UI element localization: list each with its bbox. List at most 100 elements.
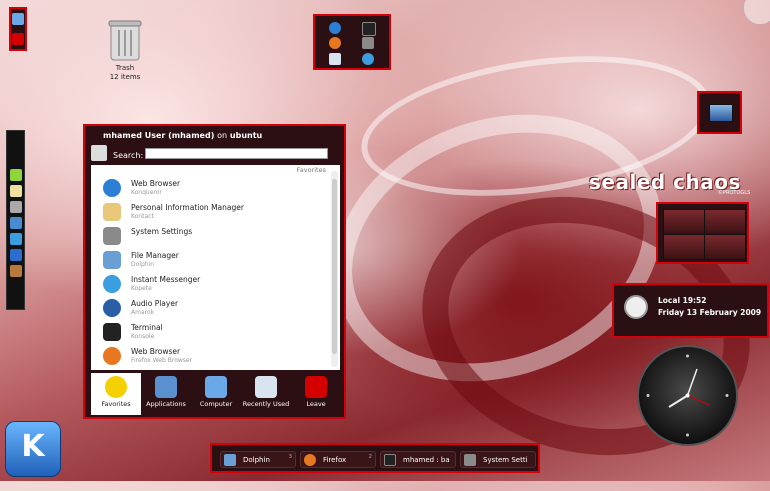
quick-launch-panel xyxy=(9,7,27,51)
terminal-icon[interactable] xyxy=(362,22,376,36)
power-icon[interactable] xyxy=(12,33,24,45)
messenger-icon[interactable] xyxy=(362,53,374,65)
menu-user: mhamed User (mhamed) xyxy=(103,131,215,140)
menu-user-line: mhamed User (mhamed) on ubuntu xyxy=(103,131,262,140)
menu-host: ubuntu xyxy=(229,131,263,140)
item-subtitle: Firefox Web Browser xyxy=(131,357,193,364)
item-title: Terminal xyxy=(131,323,163,332)
firefox-icon xyxy=(304,454,316,466)
firefox-icon[interactable] xyxy=(329,37,341,49)
user-avatar xyxy=(91,145,107,161)
item-subtitle: Kontact xyxy=(131,213,154,220)
clock-icon xyxy=(624,295,648,319)
item-title: File Manager xyxy=(131,251,179,260)
digital-clock-widget[interactable]: Local 19:52 Friday 13 February 2009 xyxy=(612,283,769,338)
favorites-header: Favorites xyxy=(296,166,326,174)
task-system-settings[interactable]: System Setti xyxy=(460,451,536,468)
folder-icon xyxy=(103,251,121,269)
analog-clock-widget[interactable] xyxy=(637,345,738,446)
application-launcher-menu: mhamed User (mhamed) on ubuntu Search: F… xyxy=(83,124,346,419)
system-tray-panel xyxy=(6,130,25,310)
wallpaper-brand-subtitle: ©PROTOGLS xyxy=(718,190,751,196)
favorites-list: Favorites Web Browser Konqueror Personal… xyxy=(91,165,340,370)
messenger-icon xyxy=(103,275,121,293)
task-dolphin[interactable]: Dolphin 3 xyxy=(220,451,296,468)
list-item[interactable]: Web Browser Konqueror xyxy=(103,177,323,199)
task-label: mhamed : ba xyxy=(403,456,450,464)
item-title: Instant Messenger xyxy=(131,275,201,284)
applications-icon xyxy=(155,376,177,398)
menu-tabs: Favorites Applications Computer Recently… xyxy=(91,373,340,415)
audio-icon xyxy=(103,299,121,317)
trash-label: Trash xyxy=(115,64,135,72)
terminal-icon xyxy=(384,454,396,466)
taskbar: Dolphin 3 Firefox 2 mhamed : ba System S… xyxy=(210,443,540,473)
clock-date: Friday 13 February 2009 xyxy=(658,308,762,317)
document-icon[interactable] xyxy=(329,53,341,65)
list-scrollbar[interactable] xyxy=(331,171,338,367)
globe-icon xyxy=(103,179,121,197)
trash-desktop-icon[interactable]: Trash 12 items xyxy=(102,18,148,82)
item-subtitle: Konsole xyxy=(131,333,155,340)
pager-desktop[interactable] xyxy=(704,234,746,260)
list-item[interactable]: System Settings xyxy=(103,225,323,247)
task-count: 2 xyxy=(368,454,373,460)
folder-icon[interactable] xyxy=(10,185,22,197)
task-label: Dolphin xyxy=(243,456,270,464)
kde-logo-icon: K xyxy=(21,429,45,464)
trash-icon xyxy=(108,20,142,61)
computer-icon xyxy=(205,376,227,398)
tab-computer[interactable]: Computer xyxy=(191,373,241,415)
desktop-toolbox-button[interactable] xyxy=(744,0,770,24)
trash-count: 12 items xyxy=(109,73,141,81)
star-icon xyxy=(105,376,127,398)
pager-desktop[interactable] xyxy=(663,234,705,260)
item-subtitle: Dolphin xyxy=(131,261,155,268)
tab-applications[interactable]: Applications xyxy=(141,373,191,415)
clock-icon xyxy=(255,376,277,398)
task-firefox[interactable]: Firefox 2 xyxy=(300,451,376,468)
kde-menu-button[interactable]: K xyxy=(5,421,61,477)
show-desktop-icon[interactable] xyxy=(12,13,24,25)
browser-icon[interactable] xyxy=(10,249,22,261)
network-icon[interactable] xyxy=(10,217,22,229)
task-label: Firefox xyxy=(323,456,347,464)
clock-time: Local 19:52 xyxy=(658,296,707,305)
pager-desktop[interactable] xyxy=(663,209,705,235)
scrollbar-thumb[interactable] xyxy=(332,179,337,354)
item-subtitle: Konqueror xyxy=(131,189,162,196)
tab-label: Leave xyxy=(306,400,326,408)
list-item[interactable]: File Manager Dolphin xyxy=(103,249,323,271)
pager-desktop[interactable] xyxy=(704,209,746,235)
tab-leave[interactable]: Leave xyxy=(291,373,341,415)
item-title: Audio Player xyxy=(131,299,179,308)
settings-icon xyxy=(103,227,121,245)
battery-icon[interactable] xyxy=(10,169,22,181)
top-launcher-panel xyxy=(313,14,391,70)
item-subtitle: Amarok xyxy=(131,309,155,316)
tab-label: Applications xyxy=(146,400,186,408)
settings-icon[interactable] xyxy=(362,37,374,49)
tab-recently-used[interactable]: Recently Used xyxy=(241,373,291,415)
globe-icon[interactable] xyxy=(329,22,341,34)
contacts-icon xyxy=(103,203,121,221)
firefox-icon xyxy=(103,347,121,365)
list-item[interactable]: Personal Information Manager Kontact xyxy=(103,201,323,223)
bag-icon[interactable] xyxy=(10,265,22,277)
menu-host-prefix: on xyxy=(217,131,228,140)
item-title: Web Browser xyxy=(131,179,181,188)
tab-favorites[interactable]: Favorites xyxy=(91,373,141,415)
volume-icon[interactable] xyxy=(10,201,22,213)
settings-icon xyxy=(464,454,476,466)
messenger-icon[interactable] xyxy=(10,233,22,245)
tab-label: Favorites xyxy=(101,400,131,408)
search-input[interactable] xyxy=(145,148,328,159)
list-item[interactable]: Terminal Konsole xyxy=(103,321,323,343)
task-terminal[interactable]: mhamed : ba xyxy=(380,451,456,468)
list-item[interactable]: Instant Messenger Kopete xyxy=(103,273,323,295)
network-widget[interactable] xyxy=(697,91,742,134)
task-label: System Setti xyxy=(483,456,528,464)
search-label: Search: xyxy=(113,151,144,160)
list-item[interactable]: Audio Player Amarok xyxy=(103,297,323,319)
list-item[interactable]: Web Browser Firefox Web Browser xyxy=(103,345,323,367)
